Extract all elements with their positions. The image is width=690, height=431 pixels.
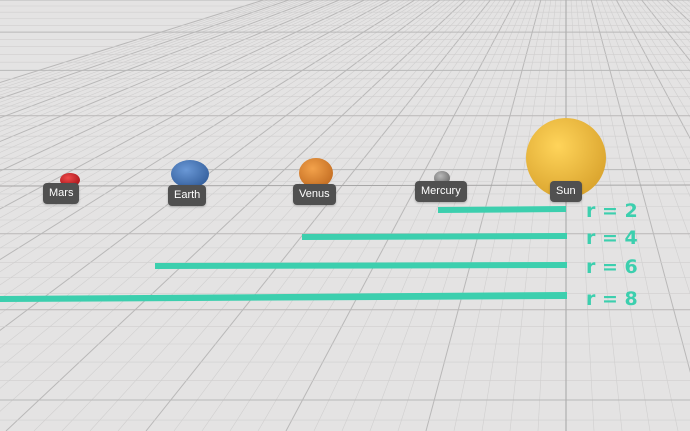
grid-line (0, 0, 294, 103)
grid-line (0, 0, 461, 412)
grid-line (0, 0, 315, 119)
label-mars[interactable]: Mars (43, 183, 80, 204)
grid-line (145, 0, 491, 431)
grid-line (0, 0, 410, 249)
grid-line (341, 0, 526, 431)
grid-line (453, 0, 547, 431)
label-earth-text: Earth (174, 189, 201, 201)
grid-line (0, 0, 299, 107)
grid-line (509, 0, 557, 431)
grid-line (671, 0, 690, 17)
grid-line (0, 0, 416, 261)
grid-line (481, 0, 552, 431)
grid-line (0, 0, 305, 111)
radius-label-r4: r = 4 (586, 227, 638, 249)
grid-line (0, 0, 451, 368)
label-sun[interactable]: Sun (550, 181, 582, 202)
grid-line (0, 0, 264, 83)
grid-line (0, 0, 426, 286)
grid-line (676, 0, 690, 12)
earth-sphere[interactable] (171, 160, 209, 188)
grid-line (0, 0, 400, 228)
grid-line (537, 0, 562, 431)
grid-line (89, 0, 481, 431)
grid-line (0, 0, 289, 100)
grid-line (257, 0, 511, 431)
label-venus-text: Venus (299, 188, 330, 200)
radius-label-r6: r = 6 (586, 256, 638, 278)
grid-line (0, 0, 345, 148)
grid-line (397, 0, 537, 431)
radius-bar-r4 (302, 233, 567, 240)
label-mercury[interactable]: Mercury (415, 181, 467, 202)
radius-bar-r2 (438, 206, 566, 213)
grid-line (117, 0, 486, 431)
grid-line (0, 0, 325, 128)
grid-line (229, 0, 506, 431)
grid-line (0, 0, 310, 115)
label-mars-text: Mars (49, 187, 74, 199)
grid-line (0, 0, 355, 159)
grid-line (651, 0, 690, 43)
radius-label-r8: r = 8 (586, 288, 638, 310)
label-sun-text: Sun (556, 185, 576, 197)
radius-bar-r6 (155, 262, 567, 269)
grid-line (666, 0, 690, 23)
label-venus[interactable]: Venus (293, 184, 336, 205)
grid-line (636, 0, 690, 73)
grid-line (0, 0, 279, 93)
grid-line (0, 0, 269, 86)
radius-label-r2: r = 2 (586, 200, 638, 222)
grid-line (0, 0, 350, 153)
label-earth[interactable]: Earth (168, 185, 207, 206)
grid-line (201, 0, 501, 431)
grid-line (0, 0, 365, 172)
label-mercury-text: Mercury (421, 185, 461, 197)
grid-line (369, 0, 532, 431)
grid-line (173, 0, 496, 431)
grid-line (631, 0, 690, 85)
grid-line (0, 0, 330, 132)
grid-line (425, 0, 542, 431)
grid-line (646, 0, 690, 52)
grid-line (661, 0, 690, 29)
